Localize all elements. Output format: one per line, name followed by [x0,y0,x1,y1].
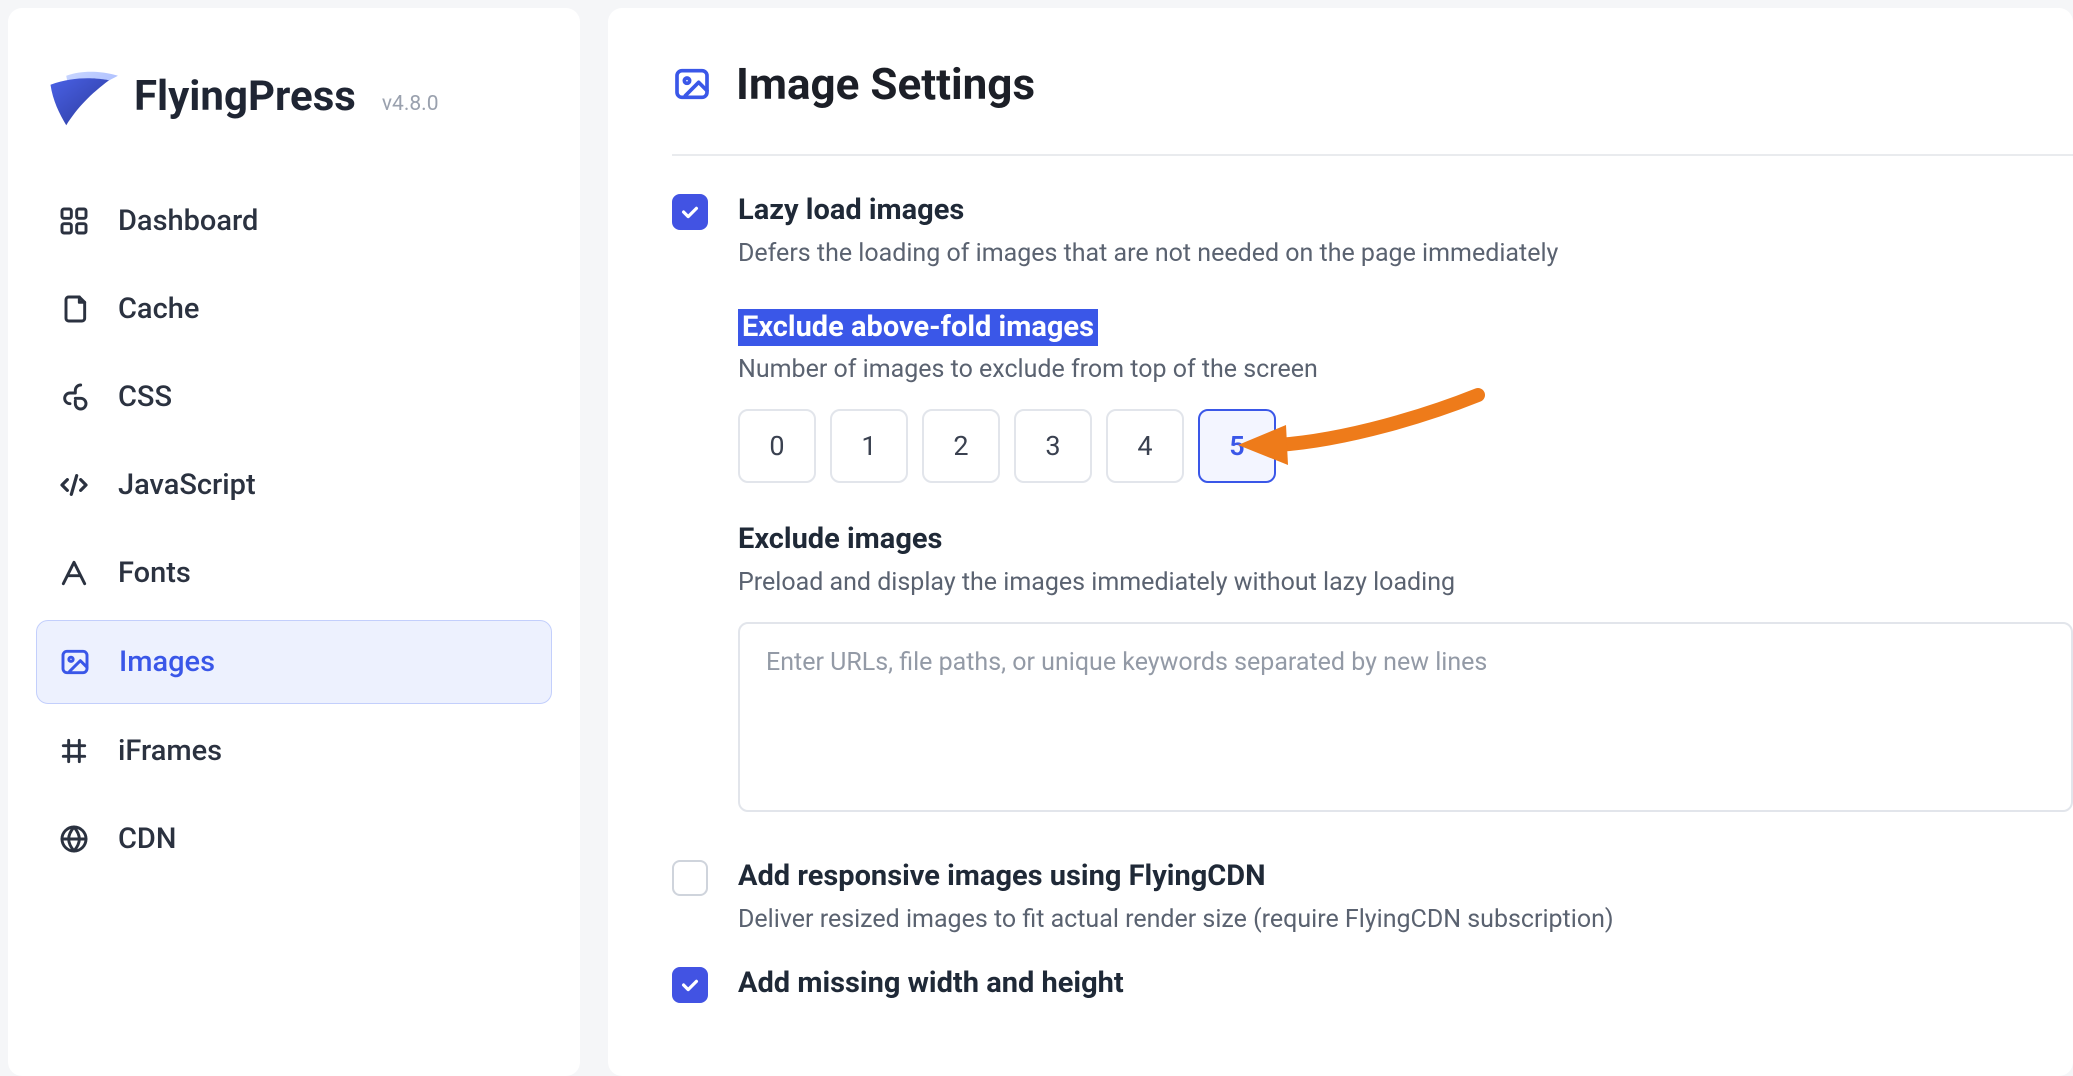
brand-name: FlyingPress [134,72,356,121]
exclude-count-0[interactable]: 0 [738,409,816,483]
sidebar-item-javascript[interactable]: JavaScript [36,444,552,526]
sidebar: FlyingPress v4.8.0 Dashboard [8,8,580,1076]
dashboard-icon [58,205,90,237]
sidebar-item-label: CSS [118,380,172,414]
exclude-above-fold-desc: Number of images to exclude from top of … [738,352,2073,387]
exclude-count-2[interactable]: 2 [922,409,1000,483]
page-header: Image Settings [672,58,2073,156]
exclude-count-1[interactable]: 1 [830,409,908,483]
responsive-images-title: Add responsive images using FlyingCDN [738,858,2073,896]
cache-icon [58,293,90,325]
sidebar-item-cache[interactable]: Cache [36,268,552,350]
setting-lazy-load: Lazy load images Defers the loading of i… [672,192,2073,816]
lazy-load-checkbox[interactable] [672,194,708,230]
sidebar-item-label: Fonts [118,556,191,590]
sidebar-item-css[interactable]: CSS [36,356,552,438]
sidebar-item-label: iFrames [118,734,222,768]
sidebar-item-fonts[interactable]: Fonts [36,532,552,614]
sidebar-item-label: JavaScript [118,468,256,502]
brand: FlyingPress v4.8.0 [36,38,552,180]
brand-version: v4.8.0 [382,92,439,116]
sidebar-item-cdn[interactable]: CDN [36,798,552,880]
iframes-icon [58,735,90,767]
exclude-count-4[interactable]: 4 [1106,409,1184,483]
exclude-count-5[interactable]: 5 [1198,409,1276,483]
javascript-icon [58,469,90,501]
exclude-images-block: Exclude images Preload and display the i… [738,521,2073,816]
exclude-above-fold-title: Exclude above-fold images [738,309,1098,347]
flyingpress-logo-icon [46,60,118,132]
sidebar-item-images[interactable]: Images [36,620,552,704]
exclude-images-textarea[interactable] [738,622,2073,812]
lazy-load-desc: Defers the loading of images that are no… [738,236,2073,271]
missing-wh-title: Add missing width and height [738,965,2073,1003]
exclude-above-fold-block: Exclude above-fold images Number of imag… [738,309,2073,484]
sidebar-item-label: CDN [118,822,176,856]
images-icon [59,646,91,678]
responsive-images-desc: Deliver resized images to fit actual ren… [738,902,2073,937]
image-settings-icon [672,64,712,104]
sidebar-item-dashboard[interactable]: Dashboard [36,180,552,262]
setting-missing-wh: Add missing width and height [672,965,2073,1003]
page-title: Image Settings [736,58,1035,110]
lazy-load-title: Lazy load images [738,192,2073,230]
cdn-icon [58,823,90,855]
sidebar-item-label: Images [119,645,215,679]
fonts-icon [58,557,90,589]
css-icon [58,381,90,413]
missing-wh-checkbox[interactable] [672,967,708,1003]
setting-responsive-images: Add responsive images using FlyingCDN De… [672,858,2073,937]
sidebar-item-label: Cache [118,292,199,326]
sidebar-item-label: Dashboard [118,204,258,238]
exclude-images-title: Exclude images [738,521,942,559]
main-panel: Image Settings Lazy load images Defers t… [608,8,2073,1076]
responsive-images-checkbox[interactable] [672,860,708,896]
exclude-count-3[interactable]: 3 [1014,409,1092,483]
exclude-count-group: 0 1 2 3 4 5 [738,409,2073,483]
sidebar-nav: Dashboard Cache CSS [36,180,552,880]
exclude-images-desc: Preload and display the images immediate… [738,565,2073,600]
sidebar-item-iframes[interactable]: iFrames [36,710,552,792]
